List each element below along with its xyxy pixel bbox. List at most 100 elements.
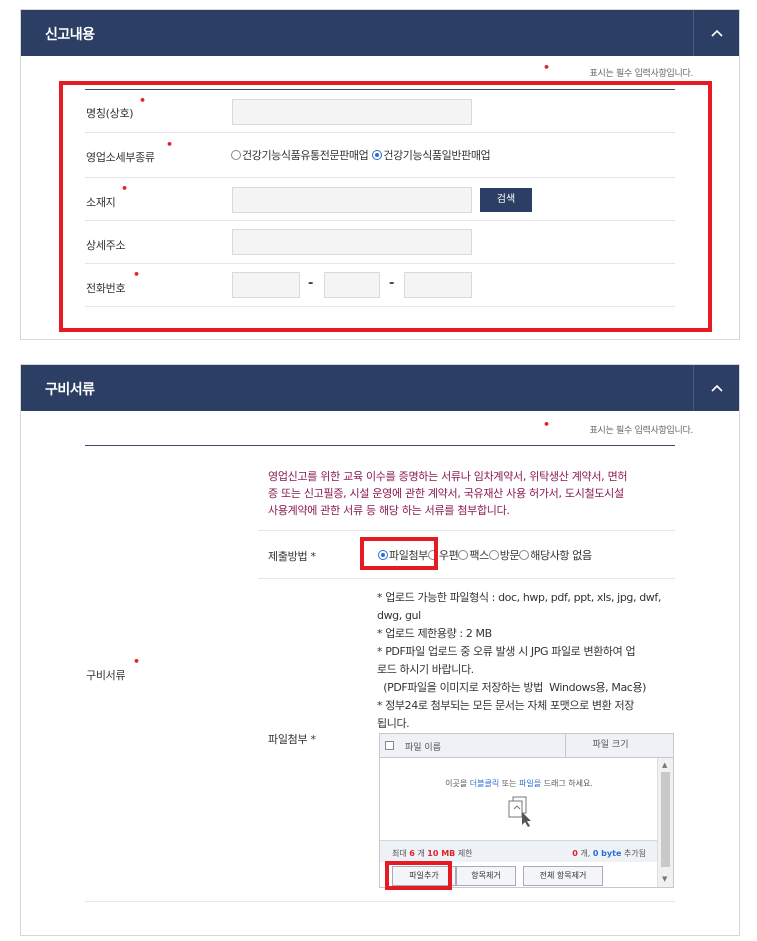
detail-address-input[interactable] (232, 229, 472, 255)
guide-line: * PDF파일 업로드 중 오류 발생 시 JPG 파일로 변환하여 업 (377, 645, 636, 658)
radio-unchecked-icon (488, 550, 499, 560)
remove-item-button[interactable]: 항목제거 (456, 866, 516, 886)
business-type-label: 영업소세부종류 (86, 151, 155, 164)
business-type-option-distribution[interactable]: 건강기능식품유통전문판매업 (231, 147, 369, 163)
drop-hint-accent: 더블클릭 (469, 779, 500, 788)
submit-option-visit[interactable]: 방문 (488, 547, 520, 563)
file-drop-zone[interactable]: 이곳을 더블클릭 또는 파일을 드래그 하세요. (380, 758, 658, 840)
submit-option-none[interactable]: 해당사항 없음 (519, 547, 592, 563)
radio-checked-icon (372, 150, 383, 160)
uploader-scrollbar[interactable]: ▲ ▼ (657, 758, 673, 887)
drop-hint-text: 이곳을 (445, 779, 470, 788)
row-divider (85, 220, 675, 221)
upload-guide: * 업로드 가능한 파일형식 : doc, hwp, pdf, ppt, xls… (377, 589, 677, 733)
row-divider (85, 263, 675, 264)
report-content-panel: 신고내용 (20, 9, 740, 340)
file-drag-icon (508, 796, 531, 827)
scroll-thumb[interactable] (661, 772, 670, 867)
file-uploader: 파일 이름 파일 크기 이곳을 더블클릭 또는 파일을 드래그 하세요. 최대 … (379, 733, 674, 888)
guide-line: dwg, gul (377, 609, 421, 622)
required-note: 표시는 필수 입력사항입니다. (589, 69, 694, 79)
option-label: 방문 (499, 549, 520, 562)
form-top-divider (85, 89, 675, 90)
drop-hint-text: 드래그 하세요. (541, 779, 593, 788)
submit-option-file[interactable]: 파일첨부 (378, 547, 428, 563)
phone-separator: - (308, 276, 314, 291)
submit-option-fax[interactable]: 팩스 (458, 547, 489, 563)
required-dot-icon: • (543, 61, 551, 74)
collapse-button[interactable] (693, 365, 739, 411)
scroll-up-icon[interactable]: ▲ (662, 761, 667, 769)
add-file-button[interactable]: 파일추가 (392, 866, 456, 886)
limit-text: 제한 (455, 849, 473, 858)
row-divider (85, 306, 675, 307)
option-label: 해당사항 없음 (530, 549, 592, 562)
name-input[interactable] (232, 99, 472, 125)
option-label: 건강기능식품일반판매업 (383, 149, 491, 162)
name-label: 명칭(상호) (86, 107, 134, 120)
radio-unchecked-icon (458, 550, 469, 560)
limit-text: 개 (414, 849, 428, 858)
column-file-size: 파일 크기 (565, 734, 655, 757)
limit-size: 10 MB (427, 849, 456, 858)
chevron-up-icon (710, 29, 723, 37)
phone-label: 전화번호 (86, 282, 126, 295)
report-content-header: 신고내용 (21, 10, 739, 56)
phone-area-input[interactable] (232, 272, 300, 298)
radio-unchecked-icon (519, 550, 530, 560)
collapse-button[interactable] (693, 10, 739, 56)
guide-line: (PDF파일을 이미지로 저장하는 방법 Windows용, Mac용) (377, 681, 647, 694)
row-divider (258, 578, 675, 579)
row-divider (258, 530, 675, 531)
current-text: 개, (577, 849, 593, 858)
scroll-down-icon[interactable]: ▼ (662, 875, 667, 883)
drop-hint: 이곳을 더블클릭 또는 파일을 드래그 하세요. (380, 778, 658, 789)
chevron-up-icon (710, 384, 723, 392)
row-divider (85, 177, 675, 178)
required-documents-title: 구비서류 (45, 382, 95, 398)
submit-method-radio-group: 파일첨부 우편 팩스 방문 해당사항 없음 (378, 547, 592, 563)
location-input[interactable] (232, 187, 472, 213)
current-size: 0 byte (592, 849, 622, 858)
select-all-checkbox[interactable] (385, 741, 394, 750)
phone-number-input[interactable] (404, 272, 472, 298)
notice-line: 영업신고를 위한 교육 이수를 증명하는 서류나 임차계약서, 위탁생산 계약서… (268, 470, 628, 483)
guide-line: 됩니다. (377, 717, 410, 730)
guide-line: * 정부24로 첨부되는 모든 문서는 자체 포맷으로 변환 저장 (377, 699, 634, 712)
option-label: 건강기능식품유통전문판매업 (242, 149, 369, 162)
notice-line: 증 또는 신고필증, 시설 운영에 관한 계약서, 국유재산 사용 허가서, 도… (268, 487, 624, 500)
option-label: 팩스 (469, 549, 489, 562)
location-label: 소재지 (86, 196, 116, 209)
guide-line: 로드 하시기 바랍니다. (377, 663, 474, 676)
current-text: 추가됨 (621, 849, 646, 858)
option-label: 우편 (438, 549, 459, 562)
phone-prefix-input[interactable] (324, 272, 380, 298)
notice-line: 사용계약에 관한 서류 등 해당 하는 서류를 첨부합니다. (268, 504, 510, 517)
submit-option-mail[interactable]: 우편 (427, 547, 459, 563)
address-search-button[interactable]: 검색 (480, 188, 532, 212)
required-dot-icon: • (543, 418, 551, 431)
upload-limit: 최대 6 개 10 MB 제한 (392, 848, 473, 859)
radio-unchecked-icon (231, 150, 241, 160)
required-dot-icon: • (166, 138, 174, 151)
radio-checked-icon (378, 550, 388, 560)
row-divider (85, 132, 675, 133)
limit-text: 최대 (392, 849, 410, 858)
upload-current: 0 개, 0 byte 추가됨 (572, 848, 646, 859)
form-top-divider (85, 445, 675, 446)
required-dot-icon: • (133, 268, 141, 281)
required-documents-header: 구비서류 (21, 365, 739, 411)
required-dot-icon: • (133, 655, 141, 668)
remove-all-button[interactable]: 전체 항목제거 (523, 866, 603, 886)
detail-address-label: 상세주소 (86, 239, 126, 252)
business-type-option-general[interactable]: 건강기능식품일반판매업 (372, 147, 491, 163)
business-type-radio-group: 건강기능식품유통전문판매업 건강기능식품일반판매업 (231, 147, 494, 163)
uploader-header: 파일 이름 파일 크기 (380, 734, 673, 758)
attach-label: 파일첨부 * (268, 733, 316, 746)
required-dot-icon: • (139, 94, 147, 107)
radio-unchecked-icon (427, 550, 438, 560)
required-note: 표시는 필수 입력사항입니다. (589, 426, 694, 436)
report-content-title: 신고내용 (45, 27, 95, 43)
drop-hint-accent: 파일을 (519, 779, 542, 788)
phone-separator: - (389, 276, 395, 291)
